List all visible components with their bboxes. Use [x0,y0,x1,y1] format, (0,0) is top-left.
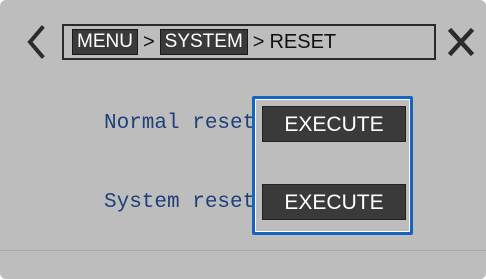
breadcrumb-separator: > [252,30,265,53]
breadcrumb-system[interactable]: SYSTEM [159,29,248,55]
normal-reset-execute-button[interactable]: EXECUTE [262,106,406,142]
breadcrumb: MENU > SYSTEM > RESET [62,24,436,60]
chevron-left-icon [27,25,45,59]
breadcrumb-separator: > [142,30,155,53]
close-button[interactable] [446,24,476,60]
system-reset-execute-button[interactable]: EXECUTE [262,184,406,220]
bottom-divider [0,250,486,251]
system-reset-label: System reset [104,191,256,214]
back-button[interactable] [22,22,50,62]
normal-reset-label: Normal reset [104,112,256,135]
breadcrumb-menu[interactable]: MENU [72,29,138,55]
breadcrumb-current: RESET [269,30,337,53]
close-icon [447,27,475,57]
reset-screen: MENU > SYSTEM > RESET Normal reset Syste… [0,0,486,279]
